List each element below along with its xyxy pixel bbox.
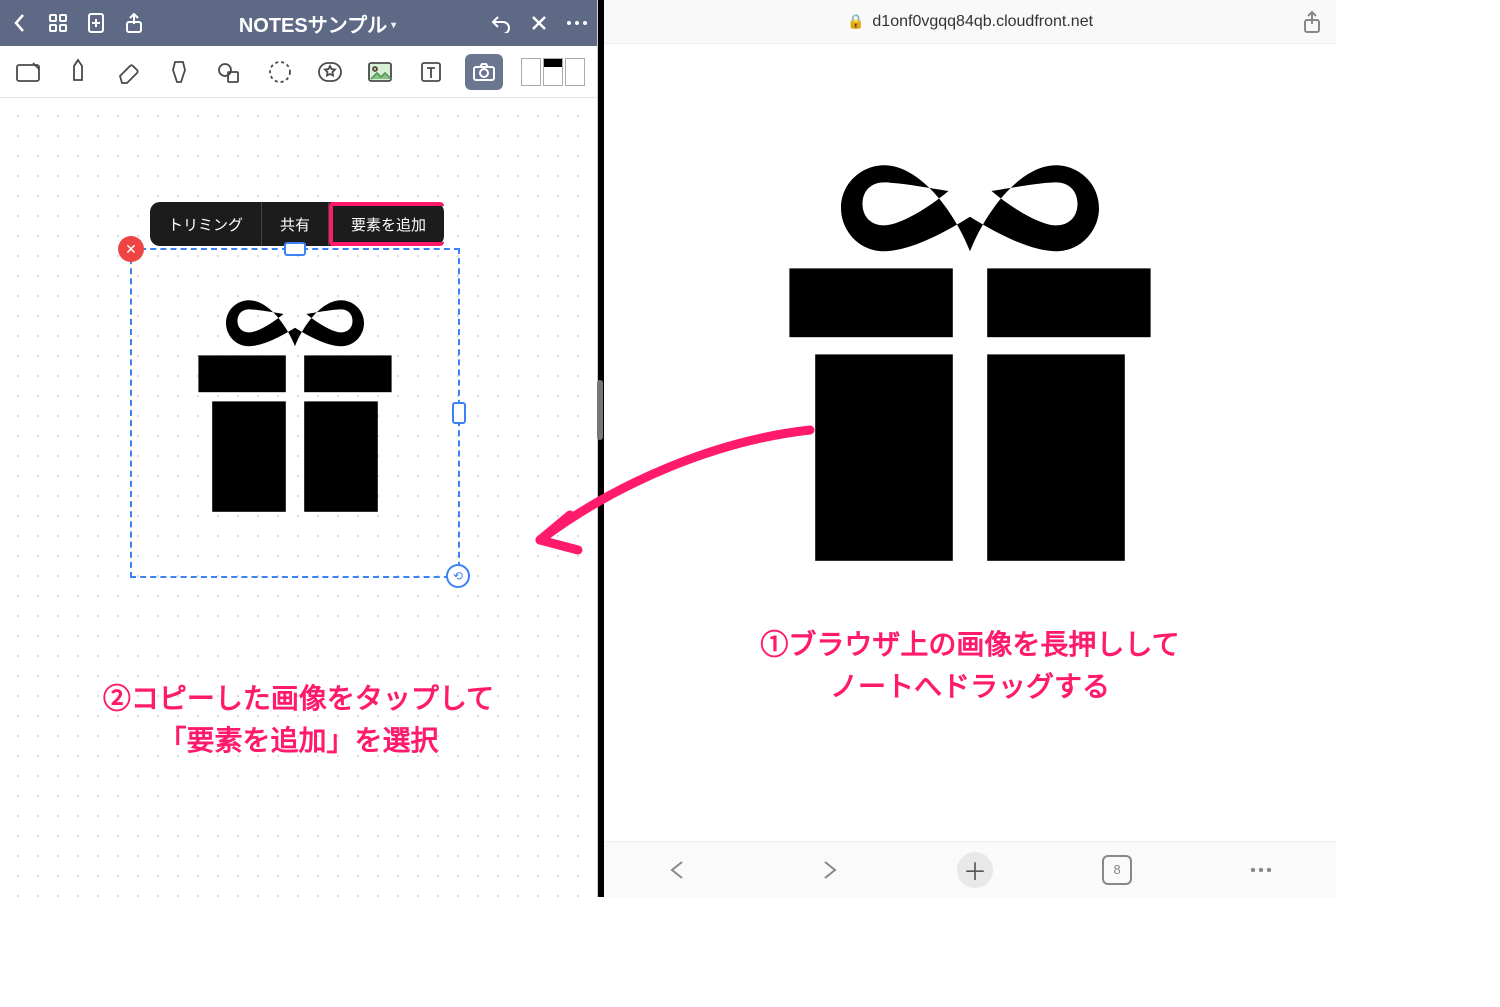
app-title[interactable]: NOTESサンプル ▾ — [158, 9, 477, 38]
gift-icon — [180, 291, 410, 521]
menu-add-element[interactable]: 要素を追加 — [329, 202, 444, 246]
toolbar — [0, 46, 597, 98]
browser-back-icon[interactable] — [659, 850, 699, 890]
undo-icon[interactable] — [487, 9, 515, 37]
instruction-left: ②コピーした画像をタップして 「要素を追加」を選択 — [0, 678, 597, 762]
arrow-annotation — [500, 420, 820, 570]
eraser-icon[interactable] — [113, 55, 145, 89]
instr-right-line1: ①ブラウザ上の画像を長押しして — [604, 624, 1336, 666]
browser-forward-icon[interactable] — [808, 850, 848, 890]
more-icon[interactable] — [563, 9, 591, 37]
thumb-2[interactable] — [543, 58, 563, 86]
image-icon[interactable] — [364, 55, 396, 89]
delete-selection-icon[interactable]: ✕ — [118, 236, 144, 262]
instruction-right: ①ブラウザ上の画像を長押しして ノートへドラッグする — [604, 624, 1336, 708]
sticker-icon[interactable] — [314, 55, 346, 89]
rotate-handle[interactable]: ⟲ — [446, 564, 470, 588]
context-menu: トリミング 共有 要素を追加 — [150, 202, 444, 246]
instr-left-line2: 「要素を追加」を選択 — [0, 720, 597, 762]
new-page-icon[interactable] — [82, 9, 110, 37]
read-mode-icon[interactable] — [12, 55, 44, 89]
split-handle[interactable] — [597, 380, 603, 440]
grid-icon[interactable] — [44, 9, 72, 37]
menu-trim[interactable]: トリミング — [150, 202, 262, 246]
back-icon[interactable] — [6, 9, 34, 37]
new-tab-icon[interactable]: ＋ — [957, 852, 993, 888]
lasso-icon[interactable] — [264, 55, 296, 89]
camera-icon[interactable] — [465, 54, 503, 90]
browser-more-icon[interactable] — [1241, 850, 1281, 890]
lock-icon: 🔒 — [847, 13, 864, 30]
browser-address-bar[interactable]: 🔒 d1onf0vgqq84qb.cloudfront.net — [604, 0, 1336, 44]
image-selection[interactable]: ✕ ⟲ — [130, 248, 460, 578]
text-icon[interactable] — [415, 55, 447, 89]
highlighter-icon[interactable] — [163, 55, 195, 89]
shapes-icon[interactable] — [213, 55, 245, 89]
browser-share-icon[interactable] — [1302, 10, 1322, 39]
url-text: d1onf0vgqq84qb.cloudfront.net — [872, 13, 1093, 31]
close-icon[interactable] — [525, 9, 553, 37]
pen-icon[interactable] — [62, 55, 94, 89]
instr-left-line1: ②コピーした画像をタップして — [0, 678, 597, 720]
chevron-down-icon: ▾ — [391, 20, 396, 31]
title-text: NOTESサンプル — [239, 9, 387, 38]
resize-handle-right[interactable] — [452, 402, 466, 424]
thumb-1[interactable] — [521, 58, 541, 86]
page-thumbnails[interactable] — [521, 58, 585, 86]
share-icon[interactable] — [120, 9, 148, 37]
menu-share[interactable]: 共有 — [262, 202, 329, 246]
thumb-3[interactable] — [565, 58, 585, 86]
browser-toolbar: ＋ 8 — [604, 841, 1336, 897]
resize-handle-top[interactable] — [284, 242, 306, 256]
instr-right-line2: ノートへドラッグする — [604, 666, 1336, 708]
tabs-button[interactable]: 8 — [1102, 855, 1132, 885]
app-header: NOTESサンプル ▾ — [0, 0, 597, 46]
